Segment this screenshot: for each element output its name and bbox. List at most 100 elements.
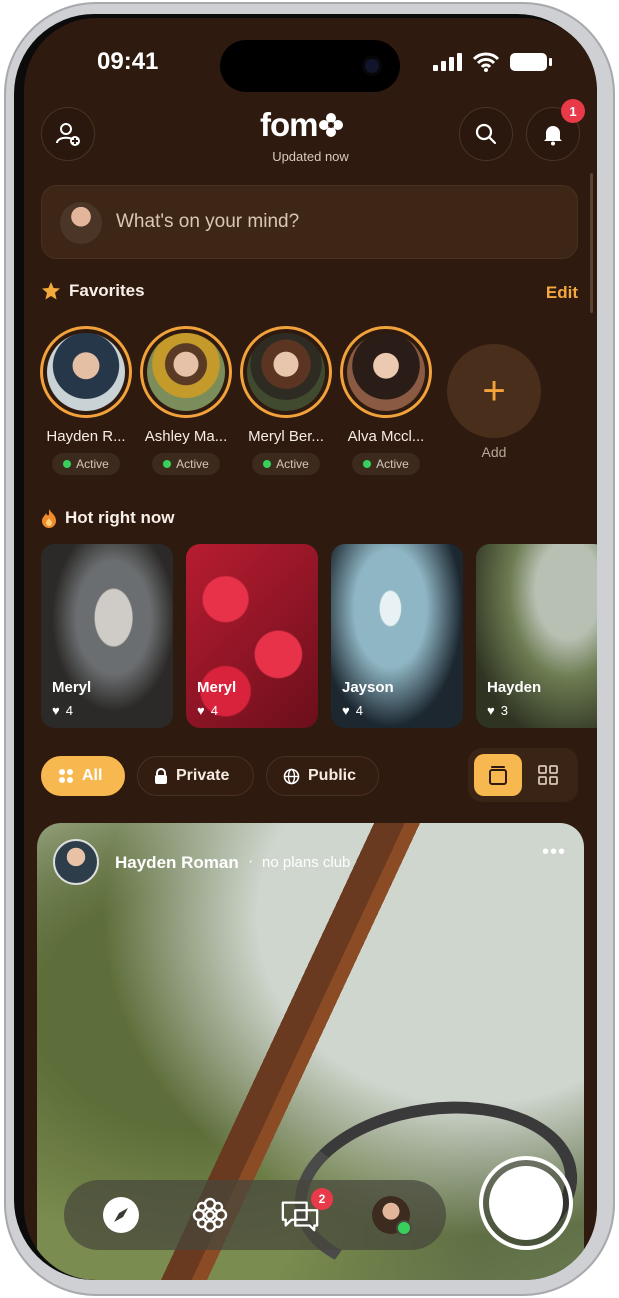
favorite-name: Alva Mccl... [347, 428, 425, 445]
status-icons [433, 52, 553, 72]
hot-card-name: Jayson [342, 679, 394, 696]
online-dot-icon [396, 1220, 412, 1236]
favorite-avatar-ring [240, 326, 332, 418]
active-status-badge: Active [52, 453, 120, 475]
fomo-logo: fom [260, 106, 344, 144]
update-status: Updated now [272, 149, 349, 164]
notification-badge: 1 [561, 99, 585, 123]
online-dot-icon [63, 460, 72, 468]
tab-profile[interactable] [371, 1195, 412, 1236]
filter-all[interactable]: All [41, 756, 125, 796]
hot-card-likes: ♥ 3 [487, 703, 508, 718]
globe-icon [283, 768, 300, 784]
favorite-name: Hayden R... [46, 428, 126, 445]
hot-card[interactable]: Meryl ♥ 4 [41, 544, 173, 728]
camera-capture-button[interactable] [479, 1156, 573, 1250]
wifi-icon [473, 52, 499, 72]
favorite-avatar [247, 333, 325, 411]
star-icon [42, 282, 60, 300]
post-author-name[interactable]: Hayden Roman [115, 853, 239, 873]
edit-favorites-link[interactable]: Edit [546, 283, 578, 303]
post-more-button[interactable]: ••• [542, 841, 566, 864]
hot-card-likes: ♥ 4 [342, 703, 363, 718]
fire-icon [42, 509, 56, 528]
filter-private[interactable]: Private [137, 756, 254, 796]
hot-card-likes: ♥ 4 [52, 703, 73, 718]
status-time: 09:41 [97, 48, 159, 75]
likes-count: 4 [355, 703, 363, 718]
tab-circles[interactable] [190, 1195, 230, 1235]
search-icon [475, 123, 497, 145]
view-toggle [468, 748, 578, 802]
flower-icon [192, 1197, 228, 1233]
favorite-avatar-ring [140, 326, 232, 418]
tab-explore[interactable] [101, 1195, 141, 1235]
composer-placeholder: What's on your mind? [116, 211, 300, 232]
active-status-label: Active [176, 457, 209, 471]
add-favorite-label: Add [481, 444, 507, 460]
hot-card-likes: ♥ 4 [197, 703, 218, 718]
favorite-person[interactable]: Ashley Ma... Active [140, 326, 232, 475]
favorite-avatar-ring [40, 326, 132, 418]
favorite-avatar [147, 333, 225, 411]
hot-card[interactable]: Hayden ♥ 3 [476, 544, 597, 728]
bell-icon [544, 126, 562, 146]
favorite-person[interactable]: Meryl Ber... Active [240, 326, 332, 475]
active-status-badge: Active [352, 453, 420, 475]
heart-icon: ♥ [342, 703, 350, 718]
online-dot-icon [263, 460, 272, 468]
dynamic-island [220, 40, 400, 92]
grid-icon [538, 765, 558, 785]
hot-card-name: Hayden [487, 679, 542, 696]
post-separator: · [248, 853, 254, 870]
add-favorite-button[interactable]: + [447, 344, 541, 438]
stack-icon [489, 766, 507, 785]
messages-badge: 2 [311, 1188, 333, 1210]
lock-icon [155, 768, 167, 784]
likes-count: 4 [65, 703, 73, 718]
heart-icon: ♥ [487, 703, 495, 718]
user-avatar [60, 202, 102, 244]
online-dot-icon [163, 460, 172, 468]
likes-count: 3 [500, 703, 508, 718]
favorites-heading: Favorites [41, 281, 145, 301]
favorite-name: Meryl Ber... [248, 428, 324, 445]
favorite-avatar [47, 333, 125, 411]
scrollbar[interactable] [590, 173, 593, 313]
active-status-label: Active [76, 457, 109, 471]
heart-icon: ♥ [197, 703, 205, 718]
filter-public-label: Public [308, 767, 357, 784]
add-user-icon [56, 123, 80, 146]
filter-private-label: Private [176, 767, 230, 784]
likes-count: 4 [210, 703, 218, 718]
favorite-avatar-ring [340, 326, 432, 418]
grid-view-button[interactable] [524, 754, 572, 796]
heart-icon: ♥ [52, 703, 60, 718]
post-composer[interactable]: What's on your mind? [41, 185, 578, 259]
flower-logo-icon [318, 113, 343, 137]
favorite-name: Ashley Ma... [144, 428, 228, 445]
hot-card[interactable]: Meryl ♥ 4 [186, 544, 318, 728]
grid-dots-icon [59, 769, 73, 783]
filter-all-label: All [82, 767, 103, 784]
card-view-button[interactable] [474, 754, 522, 796]
search-button[interactable] [459, 107, 513, 161]
battery-icon [510, 53, 552, 71]
hot-card[interactable]: Jayson ♥ 4 [331, 544, 463, 728]
post-group-name[interactable]: no plans club [262, 854, 350, 871]
bottom-tab-bar [64, 1180, 446, 1250]
active-status-badge: Active [252, 453, 320, 475]
post-author-avatar[interactable] [53, 839, 99, 885]
online-dot-icon [363, 460, 372, 468]
active-status-label: Active [376, 457, 409, 471]
favorite-person[interactable]: Hayden R... Active [40, 326, 132, 475]
hot-card-name: Meryl [52, 679, 92, 696]
active-status-label: Active [276, 457, 309, 471]
active-status-badge: Active [152, 453, 220, 475]
favorite-person[interactable]: Alva Mccl... Active [340, 326, 432, 475]
hot-title: Hot right now [65, 508, 175, 527]
plus-icon: + [482, 368, 506, 413]
filter-public[interactable]: Public [266, 756, 379, 796]
camera-icon [362, 56, 382, 76]
shutter-inner [489, 1166, 563, 1240]
